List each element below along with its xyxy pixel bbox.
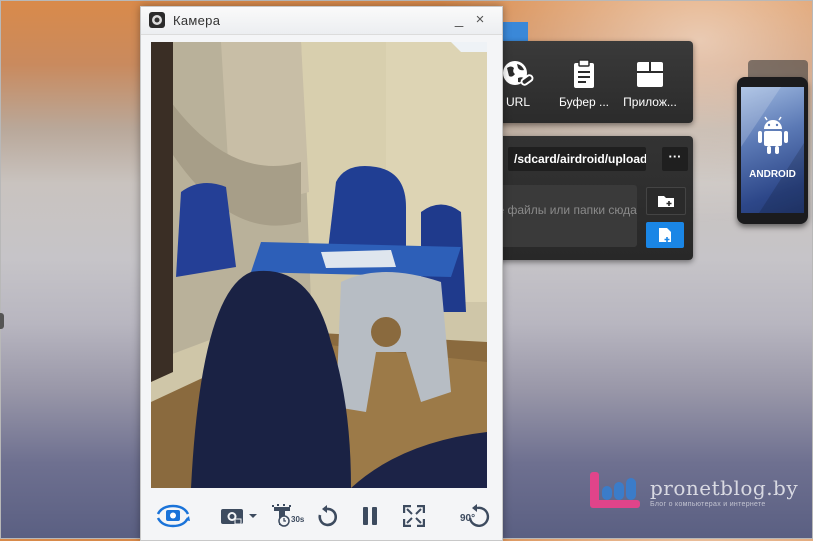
- path-more-button[interactable]: ···: [662, 147, 688, 171]
- apps-button[interactable]: Прилож...: [620, 59, 680, 109]
- camera-preview: [151, 42, 487, 488]
- timer-shot-button[interactable]: 30s: [271, 503, 311, 529]
- minimize-button[interactable]: _: [450, 10, 468, 30]
- watermark-logo-icon: [590, 472, 640, 508]
- android-robot-icon: [758, 116, 788, 154]
- side-handle[interactable]: [0, 313, 4, 329]
- drop-zone[interactable]: те файлы или папки сюда: [492, 185, 637, 247]
- watermark-site: pronetblog.by: [650, 476, 799, 500]
- device-screen: ANDROID: [741, 87, 804, 213]
- apps-label: Прилож...: [623, 95, 677, 109]
- upload-path-field[interactable]: /sdcard/airdroid/upload: [508, 147, 646, 171]
- screenshot-button[interactable]: [216, 503, 262, 529]
- fullscreen-button[interactable]: [401, 503, 427, 529]
- camera-window: Камера _ × 30s 90°: [140, 6, 503, 541]
- switch-camera-icon: [156, 504, 190, 528]
- pause-icon: [363, 507, 377, 525]
- clipboard-icon: [574, 59, 594, 88]
- pause-button[interactable]: [357, 503, 383, 529]
- rotate-button[interactable]: 90°: [459, 503, 493, 529]
- camera-snapshot-icon: [221, 509, 257, 525]
- upload-folder-button[interactable]: [646, 187, 686, 215]
- timer-badge: 30s: [291, 515, 305, 524]
- refresh-icon: [318, 505, 337, 527]
- refresh-button[interactable]: [314, 503, 340, 529]
- close-button[interactable]: ×: [471, 10, 489, 30]
- device-phone[interactable]: ANDROID: [737, 77, 808, 224]
- camera-app-icon: [149, 12, 165, 28]
- upload-file-button[interactable]: [646, 222, 684, 248]
- upload-panel: /sdcard/airdroid/upload ··· те файлы или…: [488, 136, 693, 260]
- clipboard-button[interactable]: Буфер ...: [554, 59, 614, 109]
- camera-toolbar: 30s 90°: [141, 497, 502, 537]
- file-add-icon: [659, 228, 671, 242]
- clipboard-label: Буфер ...: [558, 95, 610, 109]
- camera-titlebar[interactable]: Камера _ ×: [141, 7, 502, 35]
- device-label: ANDROID: [749, 169, 796, 180]
- watermark-tagline: Блог о компьютерах и интернете: [650, 501, 766, 508]
- site-watermark: pronetblog.by Блог о компьютерах и интер…: [588, 470, 798, 515]
- camera-feed-image: [151, 42, 487, 488]
- app-box-icon: [637, 62, 663, 87]
- fullscreen-icon: [403, 505, 425, 527]
- switch-camera-button[interactable]: [153, 503, 193, 529]
- globe-link-icon: [503, 61, 534, 86]
- toolbox-panel: URL Буфер ... Прилож...: [488, 41, 693, 123]
- camera-window-title: Камера: [173, 13, 221, 28]
- folder-add-icon: [658, 196, 674, 207]
- rotate-badge: 90°: [460, 513, 476, 524]
